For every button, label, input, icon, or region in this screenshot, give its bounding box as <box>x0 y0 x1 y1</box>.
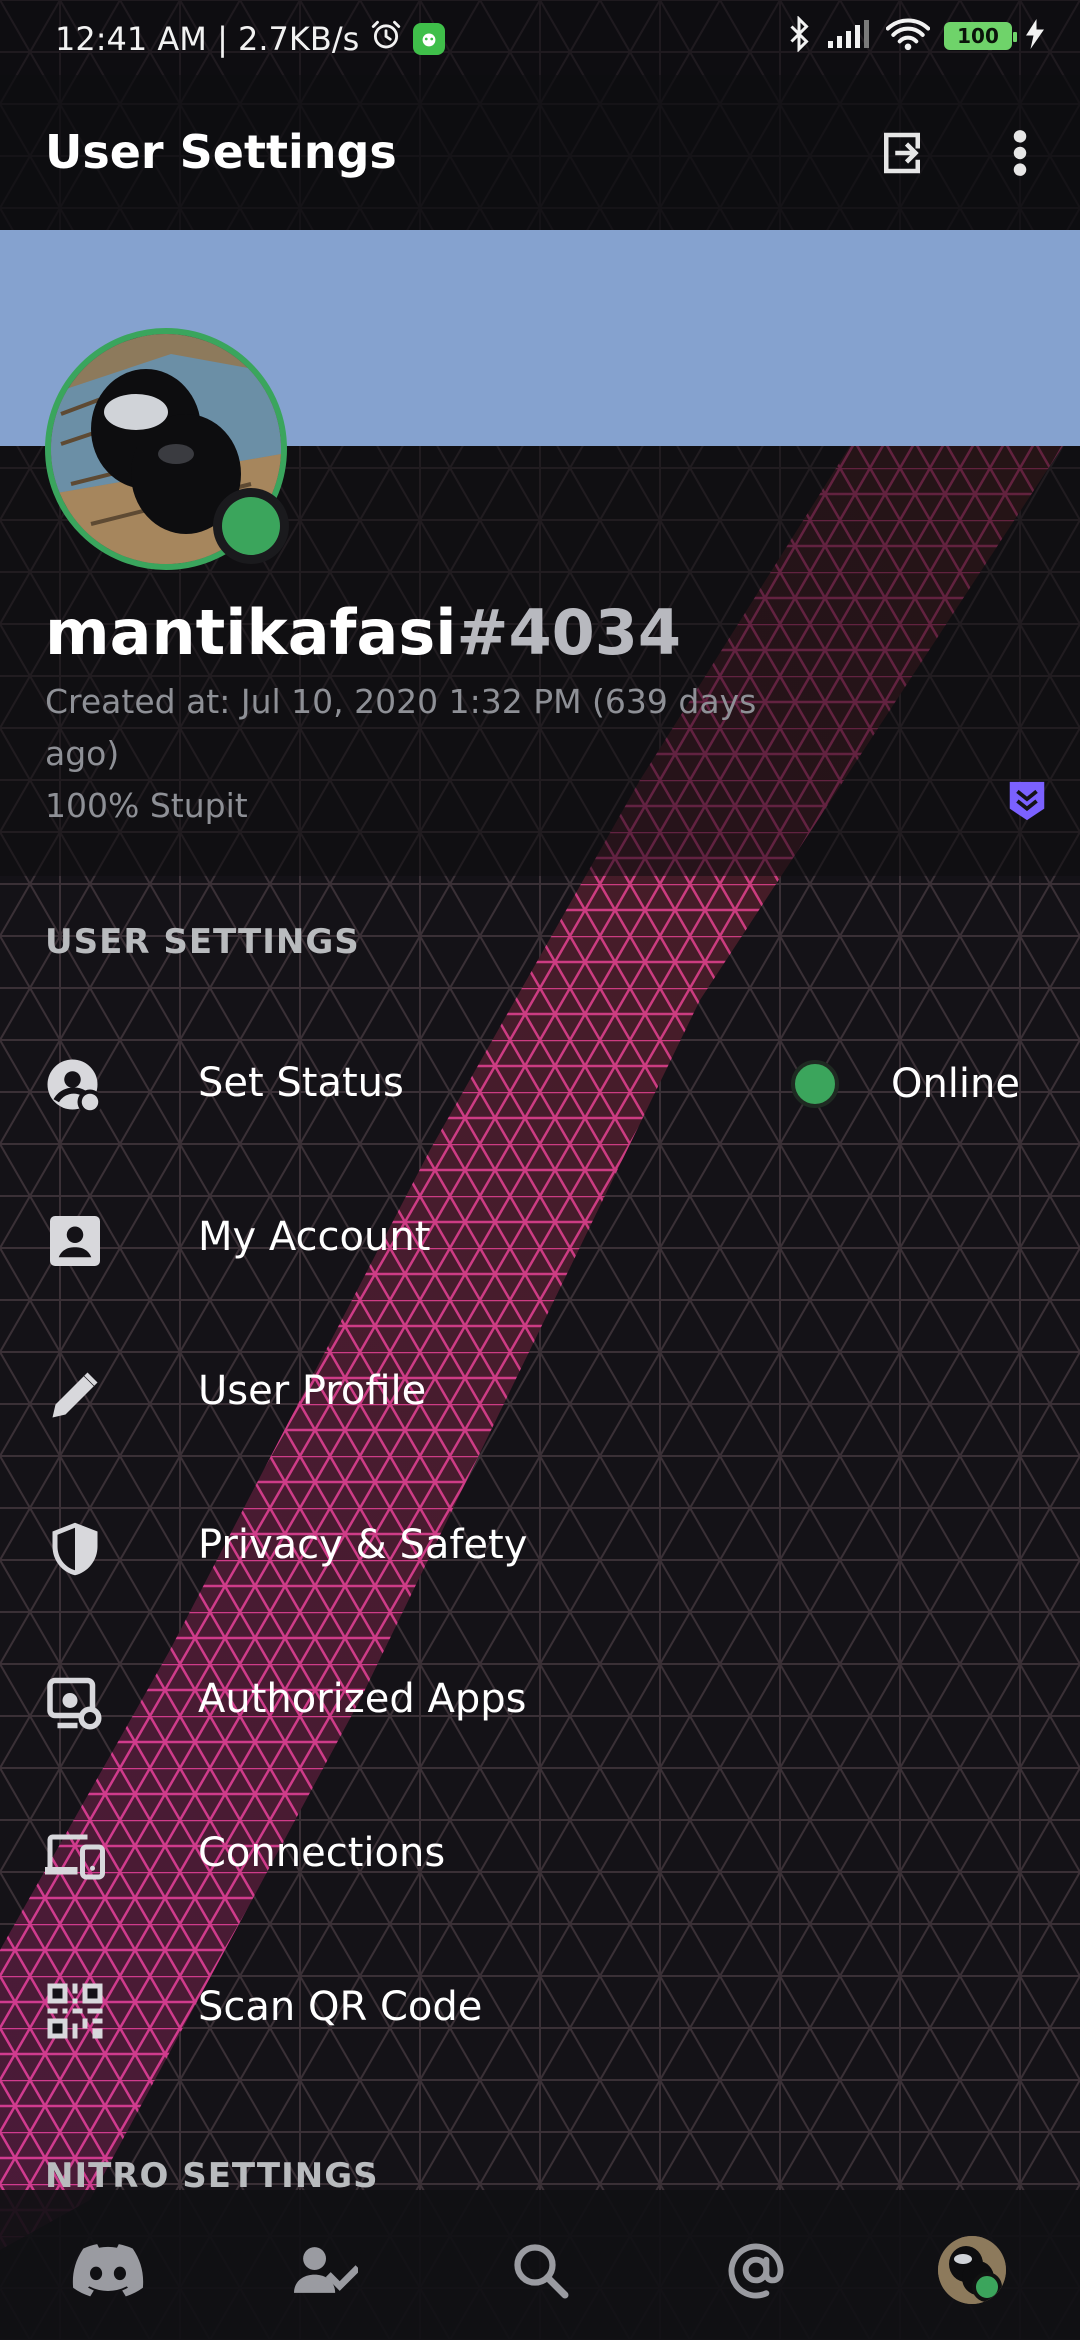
menu-label: Scan QR Code <box>198 1984 483 2030</box>
current-status-text: Online <box>890 1061 1020 1107</box>
discord-home-icon <box>72 2244 144 2297</box>
username-text: mantikafasi <box>45 596 457 669</box>
status-time: 12:41 AM | 2.7KB/s <box>55 20 360 58</box>
shield-icon <box>45 1519 105 1579</box>
battery-icon: 100 <box>944 22 1017 50</box>
menu-label: Privacy & Safety <box>198 1522 528 1568</box>
account-icon <box>45 1211 105 1271</box>
profile-meta: Created at: Jul 10, 2020 1:32 PM (639 da… <box>45 676 785 832</box>
logout-icon <box>884 132 920 174</box>
avatar-online-status <box>213 488 289 564</box>
section-header-user-settings: USER SETTINGS <box>45 922 360 962</box>
online-status-dot <box>790 1060 839 1108</box>
menu-label: Connections <box>198 1830 446 1876</box>
current-status: Online <box>790 1060 1020 1108</box>
menu-item-set-status[interactable]: Set Status Online <box>0 1010 1080 1164</box>
top-app-bar: User Settings <box>0 75 1080 230</box>
menu-item-scan-qr-code[interactable]: Scan QR Code <box>0 1934 1080 2088</box>
menu-label: My Account <box>198 1214 431 1260</box>
menu-item-my-account[interactable]: My Account <box>0 1164 1080 1318</box>
menu-label: Authorized Apps <box>198 1676 527 1722</box>
discriminator: #4034 <box>456 596 682 669</box>
nitro-badge[interactable] <box>1004 778 1050 824</box>
status-icon <box>45 1057 105 1117</box>
nav-home[interactable] <box>68 2230 148 2310</box>
pencil-icon <box>45 1365 105 1425</box>
nav-profile[interactable] <box>932 2230 1012 2310</box>
charging-icon <box>1026 19 1044 53</box>
menu-item-user-profile[interactable]: User Profile <box>0 1318 1080 1472</box>
mentions-icon <box>728 2243 784 2299</box>
alarm-icon <box>369 18 403 60</box>
status-bar: 12:41 AM | 2.7KB/s 100 <box>0 0 1080 75</box>
devices-icon <box>45 1827 105 1887</box>
menu-item-connections[interactable]: Connections <box>0 1780 1080 1934</box>
menu-item-privacy-safety[interactable]: Privacy & Safety <box>0 1472 1080 1626</box>
avatar[interactable] <box>45 328 289 570</box>
nav-online-dot <box>972 2272 1002 2302</box>
nitro-chevron-icon <box>1009 781 1045 821</box>
created-at-text: Created at: Jul 10, 2020 1:32 PM (639 da… <box>45 682 757 773</box>
search-icon <box>514 2244 569 2299</box>
menu-label: User Profile <box>198 1368 427 1414</box>
menu-label: Set Status <box>198 1060 404 1106</box>
wifi-icon <box>885 17 931 55</box>
about-me-text: 100% Stupit <box>45 786 248 825</box>
app-notification-icon <box>413 23 446 55</box>
profile-avatar <box>938 2236 1006 2304</box>
more-options-button[interactable] <box>990 123 1050 183</box>
bluetooth-icon <box>786 15 812 56</box>
nav-friends[interactable] <box>286 2230 366 2310</box>
logout-button[interactable] <box>872 123 932 183</box>
qr-code-icon <box>45 1981 105 2041</box>
menu-item-authorized-apps[interactable]: Authorized Apps <box>0 1626 1080 1780</box>
nav-mentions[interactable] <box>716 2230 796 2310</box>
authorized-apps-icon <box>45 1673 105 1733</box>
nav-search[interactable] <box>500 2230 580 2310</box>
page-title: User Settings <box>45 125 397 179</box>
friends-icon <box>294 2247 358 2293</box>
bottom-navigation <box>0 2190 1080 2340</box>
more-vertical-icon <box>1013 130 1027 176</box>
username[interactable]: mantikafasi#4034 <box>45 596 681 669</box>
signal-icon <box>826 19 872 53</box>
